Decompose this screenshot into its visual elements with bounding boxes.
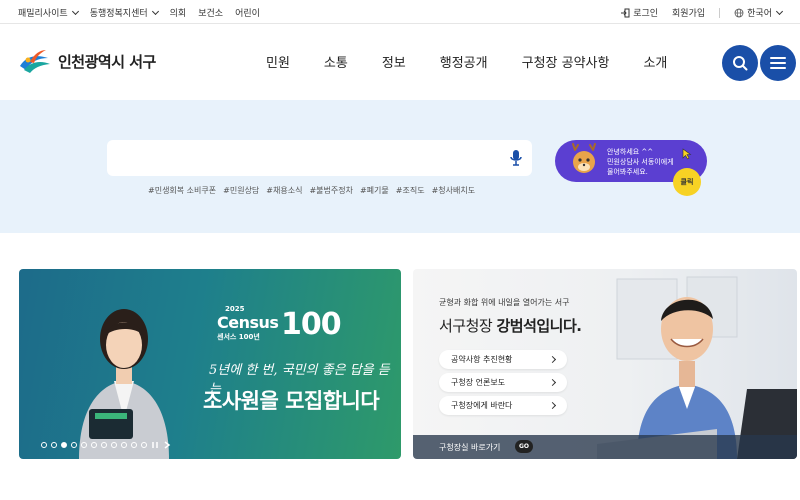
chatbot-line: 민원상담사 서동이에게 — [607, 158, 674, 166]
chatbot-line: 물어봐주세요. — [607, 168, 648, 176]
tag-link[interactable]: #폐기물 — [360, 185, 389, 196]
carousel-dot[interactable] — [71, 442, 77, 448]
chevron-right-icon — [548, 355, 557, 364]
census-100-mark: 100 — [281, 307, 342, 342]
census-year: 2025 — [225, 305, 245, 313]
chatbot-click-button[interactable]: 클릭 — [673, 168, 701, 196]
search-section: #민생회복 소비쿠폰 #민원상담 #채용소식 #불법주정차 #폐기물 #조직도 … — [0, 100, 800, 233]
seogu-emblem-icon — [20, 50, 50, 73]
census-banner[interactable]: 2025 Census 센서스 100년 100 5년에 한 번, 국민의 좋은… — [19, 269, 401, 459]
nav-item-info[interactable]: 정보 — [382, 52, 406, 71]
chevron-down-icon — [71, 7, 79, 15]
login-icon — [621, 8, 630, 17]
mayor-name-bold: 강범석입니다. — [496, 317, 582, 335]
microphone-icon[interactable] — [510, 149, 522, 167]
council-link[interactable]: 의회 — [170, 6, 187, 19]
chatbot-message: 안녕하세요 ^^ 민원상담사 서동이에게 물어봐주세요. — [607, 147, 674, 177]
chatbot-banner[interactable]: 안녕하세요 ^^ 민원상담사 서동이에게 물어봐주세요. 클릭 — [555, 140, 707, 196]
carousel-dot[interactable] — [141, 442, 147, 448]
search-icon — [733, 56, 748, 71]
tag-link[interactable]: #민생회복 소비쿠폰 — [148, 185, 216, 196]
menu-icon — [770, 57, 786, 69]
go-button[interactable]: GO — [515, 440, 533, 453]
press-link[interactable]: 구청장 언론보도 — [439, 373, 567, 392]
language-label: 한국어 — [747, 9, 772, 19]
popular-tags: #민생회복 소비쿠폰 #민원상담 #채용소식 #불법주정차 #폐기물 #조직도 … — [148, 185, 475, 196]
tag-link[interactable]: #민원상담 — [223, 185, 259, 196]
main-nav: 민원 소통 정보 행정공개 구청장 공약사항 소개 — [266, 52, 667, 71]
utility-links: 패밀리사이트 동행정복지센터 의회 보건소 어린이 — [18, 6, 260, 19]
signup-link[interactable]: 회원가입 — [672, 6, 705, 19]
language-selector[interactable]: 한국어 — [734, 6, 784, 19]
recruiter-figure — [79, 309, 169, 459]
login-label: 로그인 — [633, 9, 659, 19]
mayor-office-label: 구청장실 바로가기 — [439, 443, 501, 452]
carousel-dot[interactable] — [91, 442, 97, 448]
chevron-down-icon — [775, 7, 784, 15]
nav-item-about[interactable]: 소개 — [643, 52, 667, 71]
carousel-dot[interactable] — [131, 442, 137, 448]
request-to-mayor-link[interactable]: 구청장에게 바란다 — [439, 396, 567, 415]
children-link[interactable]: 어린이 — [235, 6, 260, 19]
pledge-status-link[interactable]: 공약사항 추진현황 — [439, 350, 567, 369]
community-center-label: 동행정복지센터 — [89, 9, 148, 19]
mayor-title: 서구청장 — [439, 317, 497, 335]
tag-link[interactable]: #청사배치도 — [432, 185, 476, 196]
globe-icon — [734, 8, 744, 17]
pause-icon[interactable] — [151, 441, 159, 449]
family-site-dropdown[interactable]: 패밀리사이트 — [18, 6, 79, 19]
mayor-photo — [597, 276, 797, 459]
census-logo: 2025 Census 센서스 100년 — [217, 305, 279, 342]
chevron-right-icon — [548, 401, 557, 410]
top-utility-bar: 패밀리사이트 동행정복지센터 의회 보건소 어린이 로그인 회원가입 한국어 — [0, 0, 800, 24]
logo-text: 인천광역시 서구 — [58, 52, 156, 71]
divider — [719, 7, 721, 18]
link-label: 구청장 언론보도 — [451, 378, 506, 387]
nav-item-pledges[interactable]: 구청장 공약사항 — [522, 52, 610, 71]
next-icon[interactable] — [163, 441, 171, 449]
tag-link[interactable]: #조직도 — [396, 185, 425, 196]
mayor-office-bar[interactable]: 구청장실 바로가기 GO — [413, 435, 797, 459]
menu-button[interactable] — [760, 45, 796, 81]
carousel-controls — [41, 441, 171, 449]
nav-item-civil[interactable]: 민원 — [266, 52, 290, 71]
nav-item-disclosure[interactable]: 행정공개 — [440, 52, 488, 71]
chevron-down-icon — [151, 7, 159, 15]
deer-mascot-icon — [572, 143, 596, 173]
mayor-card: 균형과 화합 위에 내일을 열어가는 서구 서구청장 강범석입니다. 공약사항 … — [413, 269, 797, 459]
banner-headline: 조사원을 모집합니다 — [203, 389, 380, 413]
link-label: 공약사항 추진현황 — [451, 355, 513, 364]
nav-item-communication[interactable]: 소통 — [324, 52, 348, 71]
carousel-dot[interactable] — [51, 442, 57, 448]
health-center-link[interactable]: 보건소 — [198, 6, 223, 19]
carousel-dot[interactable] — [101, 442, 107, 448]
carousel-dot[interactable] — [121, 442, 127, 448]
mayor-name: 서구청장 강범석입니다. — [439, 315, 582, 336]
site-logo[interactable]: 인천광역시 서구 — [18, 48, 156, 74]
login-link[interactable]: 로그인 — [620, 6, 658, 19]
carousel-dot-active[interactable] — [61, 442, 67, 448]
carousel-dot[interactable] — [111, 442, 117, 448]
tag-link[interactable]: #채용소식 — [266, 185, 302, 196]
census-sub: 센서스 100년 — [217, 333, 260, 341]
census-word: Census — [217, 313, 279, 332]
carousel-dot[interactable] — [81, 442, 87, 448]
family-site-label: 패밀리사이트 — [18, 9, 68, 19]
search-button[interactable] — [722, 45, 758, 81]
account-links: 로그인 회원가입 한국어 — [620, 6, 784, 19]
community-center-dropdown[interactable]: 동행정복지센터 — [89, 6, 159, 19]
link-label: 구청장에게 바란다 — [451, 401, 513, 410]
mayor-caption: 균형과 화합 위에 내일을 열어가는 서구 — [439, 298, 570, 307]
pointer-icon — [682, 148, 692, 160]
chevron-right-icon — [548, 378, 557, 387]
chatbot-line: 안녕하세요 ^^ — [607, 148, 654, 156]
main-header: 인천광역시 서구 민원 소통 정보 행정공개 구청장 공약사항 소개 — [0, 24, 800, 100]
tag-link[interactable]: #불법주정차 — [309, 185, 353, 196]
carousel-dot[interactable] — [41, 442, 47, 448]
search-input[interactable] — [107, 140, 532, 176]
